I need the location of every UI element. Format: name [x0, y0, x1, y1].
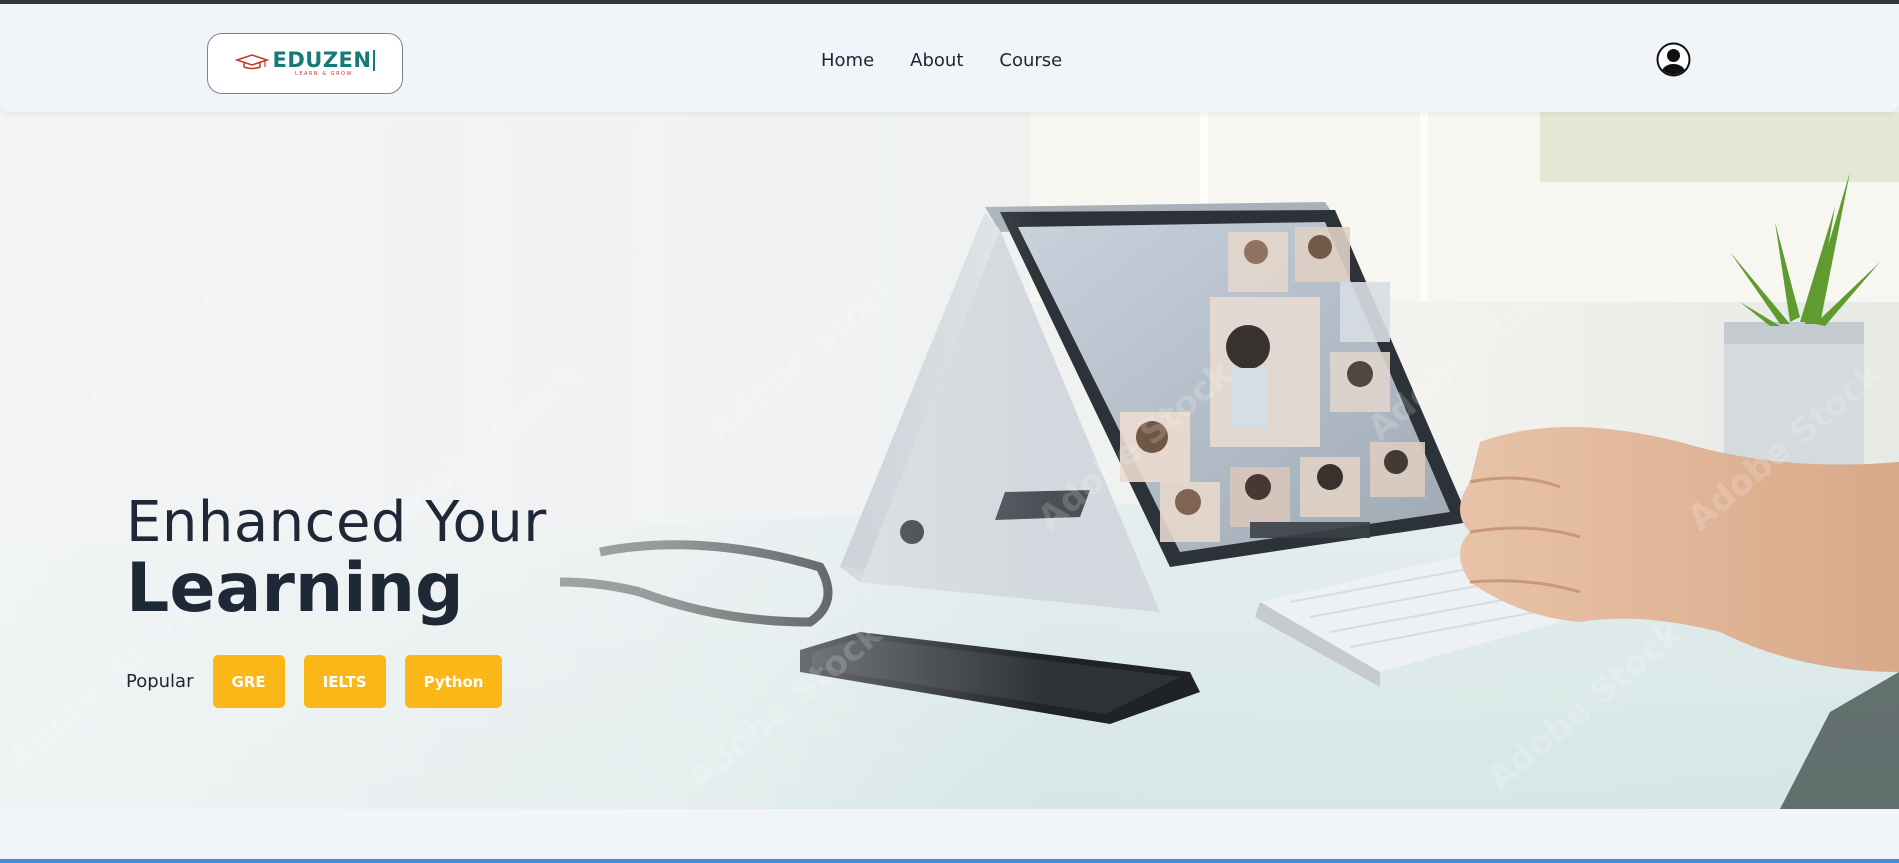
navbar: EDUZEN LEARN & GROW Home About Course: [0, 4, 1899, 112]
logo-wordmark: EDUZEN: [273, 50, 376, 71]
popular-tags: Popular GRE IELTS Python: [126, 655, 521, 708]
tag-button-ielts[interactable]: IELTS: [303, 655, 386, 708]
hero-headline-line2: Learning: [126, 549, 464, 628]
graduation-cap-icon: [234, 53, 269, 74]
page: EDUZEN LEARN & GROW Home About Course Ad…: [0, 0, 1899, 863]
hero-headline: Enhanced Your Learning: [126, 493, 547, 625]
nav-link-about[interactable]: About: [910, 50, 963, 71]
tag-button-python[interactable]: Python: [404, 655, 503, 708]
nav-link-home[interactable]: Home: [821, 50, 874, 71]
logo-tagline: LEARN & GROW: [295, 71, 353, 77]
popular-label: Popular: [126, 671, 194, 692]
hero-headline-line1: Enhanced Your: [126, 490, 547, 555]
tag-button-gre[interactable]: GRE: [212, 655, 285, 708]
logo[interactable]: EDUZEN LEARN & GROW: [207, 33, 403, 94]
bottom-accent-bar: [0, 859, 1899, 863]
nav-menu: Home About Course: [821, 50, 1062, 71]
nav-link-course[interactable]: Course: [999, 50, 1062, 71]
user-circle-icon[interactable]: [1656, 42, 1691, 77]
